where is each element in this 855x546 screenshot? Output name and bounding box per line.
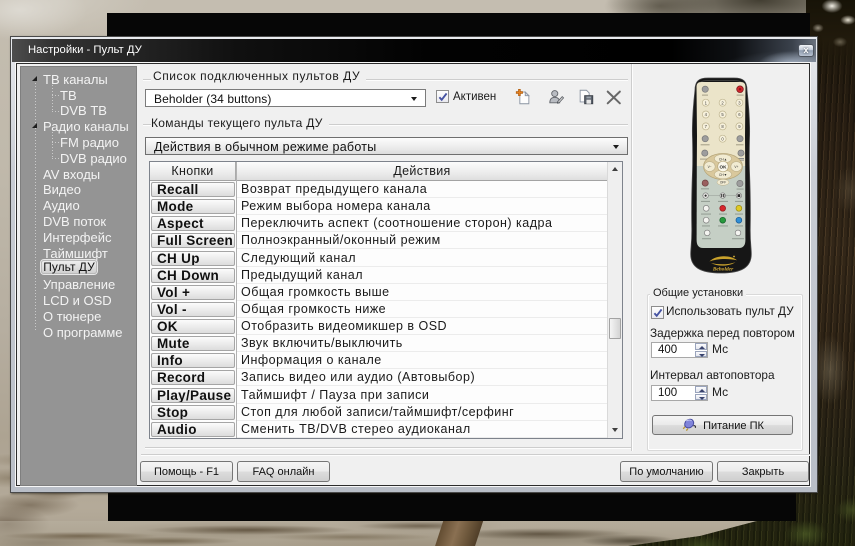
svg-text:CH▲: CH▲ [719,157,727,161]
svg-text:V−: V− [708,165,712,169]
svg-text:CH▼: CH▼ [719,173,727,177]
svg-text:OK: OK [720,164,728,169]
svg-text:V+: V+ [734,165,738,169]
svg-text:OFF: OFF [720,181,726,185]
svg-text:Beholder: Beholder [712,267,734,273]
